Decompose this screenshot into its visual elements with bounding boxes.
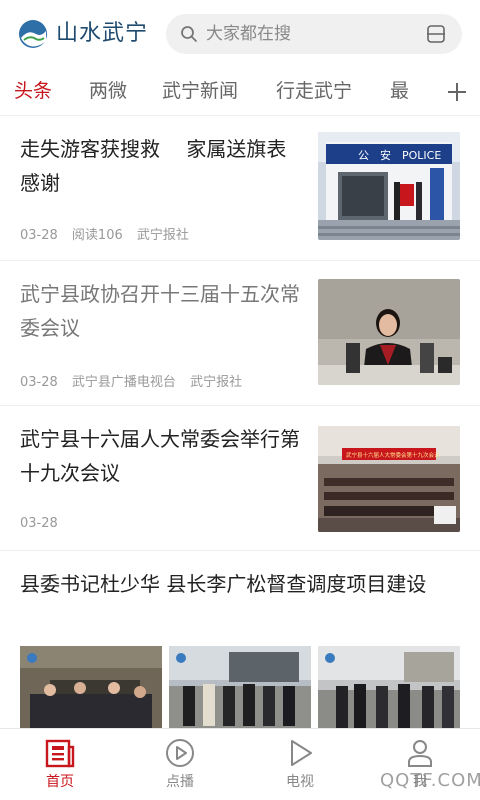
news-home-icon	[45, 739, 75, 768]
news-thumbnail	[318, 279, 460, 385]
add-channel-button[interactable]	[434, 70, 480, 115]
news-date: 03-28	[20, 375, 58, 390]
news-item[interactable]: 走失游客获搜救 家属送旗表感谢 03-28 阅读106 武宁报社 公 安 POL…	[0, 116, 480, 261]
news-date: 03-28	[20, 516, 58, 531]
nav-vod[interactable]: 点播	[120, 729, 240, 800]
nav-tv[interactable]: 电视	[240, 729, 360, 800]
tab-headlines[interactable]: 头条	[14, 78, 52, 104]
news-meta: 03-28 阅读106 武宁报社	[20, 224, 199, 243]
news-reads: 阅读106	[71, 228, 123, 243]
watermark-text: QQTF.COM	[380, 770, 480, 791]
news-thumbnail: 公 安 POLICE	[318, 132, 460, 240]
search-icon	[181, 26, 197, 42]
tab-walk-wuning[interactable]: 行走武宁	[276, 78, 352, 104]
nav-home[interactable]: 首页	[0, 729, 120, 800]
news-meta: 03-28	[20, 516, 68, 531]
nav-label: 点播	[166, 774, 194, 790]
news-thumbnail	[318, 646, 460, 732]
news-source: 武宁县广播电视台	[71, 375, 176, 390]
wuning-logo-icon[interactable]	[18, 19, 48, 49]
nav-label: 电视	[286, 774, 314, 790]
news-thumbnail: 武宁县十六届人大常委会第十九次会议	[318, 426, 460, 532]
meeting-banner: 武宁县十六届人大常委会第十九次会议	[346, 451, 440, 459]
news-source: 武宁报社	[136, 228, 189, 243]
tab-wuning-news[interactable]: 武宁新闻	[162, 78, 238, 104]
scan-icon[interactable]	[426, 24, 446, 44]
tab-two-micro[interactable]: 两微	[89, 78, 127, 104]
police-sign: 公 安 POLICE	[358, 148, 441, 162]
news-date: 03-28	[20, 228, 58, 243]
top-header: 山水武宁 大家都在搜	[0, 0, 480, 70]
nav-label: 首页	[46, 774, 74, 790]
news-item[interactable]: 武宁县十六届人大常委会举行第十九次会议 03-28 武宁县十六届人大常委会第十九…	[0, 406, 480, 551]
tab-fade	[406, 70, 436, 115]
search-bar[interactable]: 大家都在搜	[166, 14, 462, 54]
news-item[interactable]: 武宁县政协召开十三届十五次常委会议 03-28 武宁县广播电视台 武宁报社	[0, 261, 480, 406]
news-meta: 03-28 武宁县广播电视台 武宁报社	[20, 371, 252, 390]
user-icon	[408, 740, 432, 767]
news-thumbnail	[20, 646, 162, 732]
play-circle-icon	[166, 739, 194, 767]
news-title: 武宁县政协召开十三届十五次常委会议	[20, 282, 300, 340]
search-placeholder: 大家都在搜	[206, 24, 291, 44]
news-title: 武宁县十六届人大常委会举行第十九次会议	[20, 427, 300, 485]
channel-tabs: 头条 两微 武宁新闻 行走武宁 最	[0, 70, 480, 116]
news-thumbnail	[169, 646, 311, 732]
tv-play-icon	[291, 740, 312, 766]
app-title: 山水武宁	[56, 21, 149, 46]
news-source: 武宁报社	[190, 375, 243, 390]
news-title: 县委书记杜少华 县长李广松督查调度项目建设	[20, 572, 427, 596]
news-title: 走失游客获搜救 家属送旗表感谢	[20, 137, 287, 195]
